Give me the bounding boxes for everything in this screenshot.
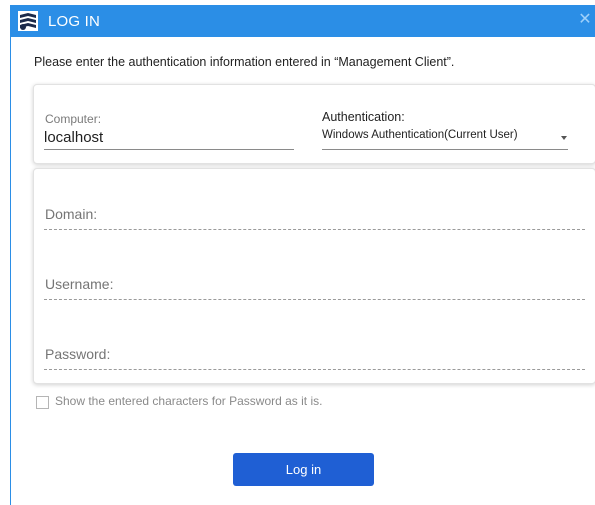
instruction-text: Please enter the authentication informat…: [34, 55, 455, 69]
username-field-underline: [44, 299, 585, 300]
credentials-card: [33, 168, 595, 384]
domain-field[interactable]: [45, 206, 575, 222]
domain-field-underline: [44, 229, 585, 230]
authentication-select-underline: [322, 149, 568, 150]
login-button[interactable]: Log in: [233, 453, 374, 486]
close-icon[interactable]: ✕: [576, 11, 594, 29]
username-field[interactable]: [45, 276, 575, 292]
password-field-underline: [44, 369, 585, 370]
connection-card: Computer: localhost Authentication: Wind…: [33, 84, 595, 164]
login-window: LOG IN ✕ Please enter the authentication…: [10, 5, 595, 505]
computer-field-underline: [44, 149, 294, 150]
computer-label: Computer:: [45, 112, 102, 126]
password-field[interactable]: [45, 346, 575, 362]
show-password-label[interactable]: Show the entered characters for Password…: [55, 394, 322, 408]
window-title: LOG IN: [48, 13, 101, 30]
authentication-selected-value: Windows Authentication(Current User): [322, 129, 518, 141]
computer-field[interactable]: localhost: [44, 129, 103, 146]
show-password-checkbox[interactable]: [36, 396, 49, 409]
authentication-select[interactable]: Windows Authentication(Current User): [322, 125, 568, 151]
title-bar: LOG IN ✕: [11, 5, 595, 37]
authentication-label: Authentication:: [322, 110, 405, 124]
chevron-down-icon: [561, 136, 567, 140]
login-app-icon: [18, 11, 38, 31]
